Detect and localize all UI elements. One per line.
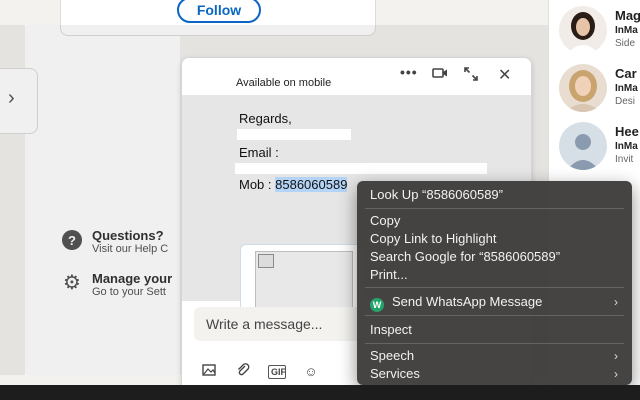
redacted-text: [237, 129, 351, 140]
close-icon[interactable]: ✕: [498, 65, 511, 85]
menu-item-look-up[interactable]: Look Up “8586060589”: [370, 186, 620, 204]
gear-icon: ⚙: [63, 272, 81, 294]
expand-icon[interactable]: [463, 66, 479, 85]
message-text: Regards,: [239, 111, 292, 126]
menu-separator: [365, 287, 624, 288]
selected-phone-number[interactable]: 8586060589: [275, 177, 348, 192]
video-call-icon[interactable]: [432, 66, 448, 83]
person-company: InMa: [615, 141, 638, 152]
chevron-right-icon[interactable]: ›: [8, 87, 15, 110]
left-column: [25, 25, 180, 375]
menu-separator: [365, 343, 624, 344]
menu-item-whatsapp[interactable]: W Send WhatsApp Message ›: [370, 293, 620, 312]
menu-item-print[interactable]: Print...: [370, 266, 620, 284]
menu-item-search-google[interactable]: Search Google for “8586060589”: [370, 248, 620, 266]
chevron-right-icon: ›: [614, 349, 618, 363]
menu-item-copy-link[interactable]: Copy Link to Highlight: [370, 230, 620, 248]
menu-item-copy[interactable]: Copy: [370, 212, 620, 230]
menu-item-label: Speech: [370, 348, 415, 363]
person-headline: Invit: [615, 154, 634, 165]
person-item[interactable]: Hee InMa Invit: [549, 116, 640, 176]
manage-title: Manage your: [92, 271, 173, 286]
avatar: [559, 64, 607, 112]
avatar-placeholder-icon: [559, 122, 607, 170]
menu-separator: [365, 315, 624, 316]
help-link[interactable]: ? Questions? Visit our Help C: [62, 228, 168, 255]
chat-header[interactable]: Available on mobile ••• ✕: [182, 58, 531, 96]
paperclip-icon[interactable]: [234, 363, 252, 380]
profile-card: Follow: [60, 0, 376, 36]
chevron-right-icon: ›: [614, 295, 618, 309]
menu-item-inspect[interactable]: Inspect: [370, 321, 620, 339]
menu-item-label: Send WhatsApp Message: [392, 294, 543, 309]
person-name: Mag: [615, 8, 640, 23]
chat-status: Available on mobile: [236, 77, 332, 89]
person-headline: Side: [615, 38, 636, 49]
gif-icon[interactable]: GIF: [268, 364, 286, 379]
person-headline: Desi: [615, 96, 636, 107]
person-name: Hee: [615, 124, 639, 139]
mob-label: Mob :: [239, 177, 276, 192]
chevron-right-icon: ›: [614, 367, 618, 381]
menu-item-services[interactable]: Services ›: [370, 365, 620, 383]
manage-subtitle: Go to your Sett: [92, 286, 166, 298]
person-company: InMa: [615, 83, 638, 94]
bottom-bar: [0, 385, 640, 400]
avatar: [559, 6, 607, 54]
emoji-icon[interactable]: ☺: [302, 364, 320, 379]
redacted-text: [235, 163, 487, 174]
more-options-icon[interactable]: •••: [400, 64, 418, 80]
image-icon[interactable]: [200, 364, 218, 379]
help-subtitle: Visit our Help C: [92, 243, 169, 255]
broken-image-icon: [255, 251, 353, 309]
whatsapp-icon: W: [370, 298, 384, 312]
message-mob-line: Mob : 8586060589: [239, 177, 348, 192]
person-item[interactable]: Mag InMa Side: [549, 0, 640, 60]
help-title: Questions?: [92, 228, 164, 243]
menu-separator: [365, 208, 624, 209]
person-company: InMa: [615, 25, 638, 36]
context-menu: Look Up “8586060589” Copy Copy Link to H…: [357, 181, 632, 385]
image-attachment[interactable]: [240, 244, 364, 314]
message-input[interactable]: Write a message...: [206, 316, 322, 332]
menu-item-speech[interactable]: Speech ›: [370, 347, 620, 365]
person-item[interactable]: Car InMa Desi: [549, 58, 640, 118]
question-icon: ?: [62, 230, 82, 250]
person-name: Car: [615, 66, 637, 81]
composer-toolbar: GIF ☺: [200, 363, 320, 380]
message-text: Email :: [239, 145, 279, 160]
manage-settings-link[interactable]: ⚙ Manage your Go to your Sett: [62, 271, 172, 298]
collapsed-panel-tab[interactable]: [0, 68, 38, 134]
menu-item-label: Services: [370, 366, 420, 381]
follow-button[interactable]: Follow: [177, 0, 261, 23]
